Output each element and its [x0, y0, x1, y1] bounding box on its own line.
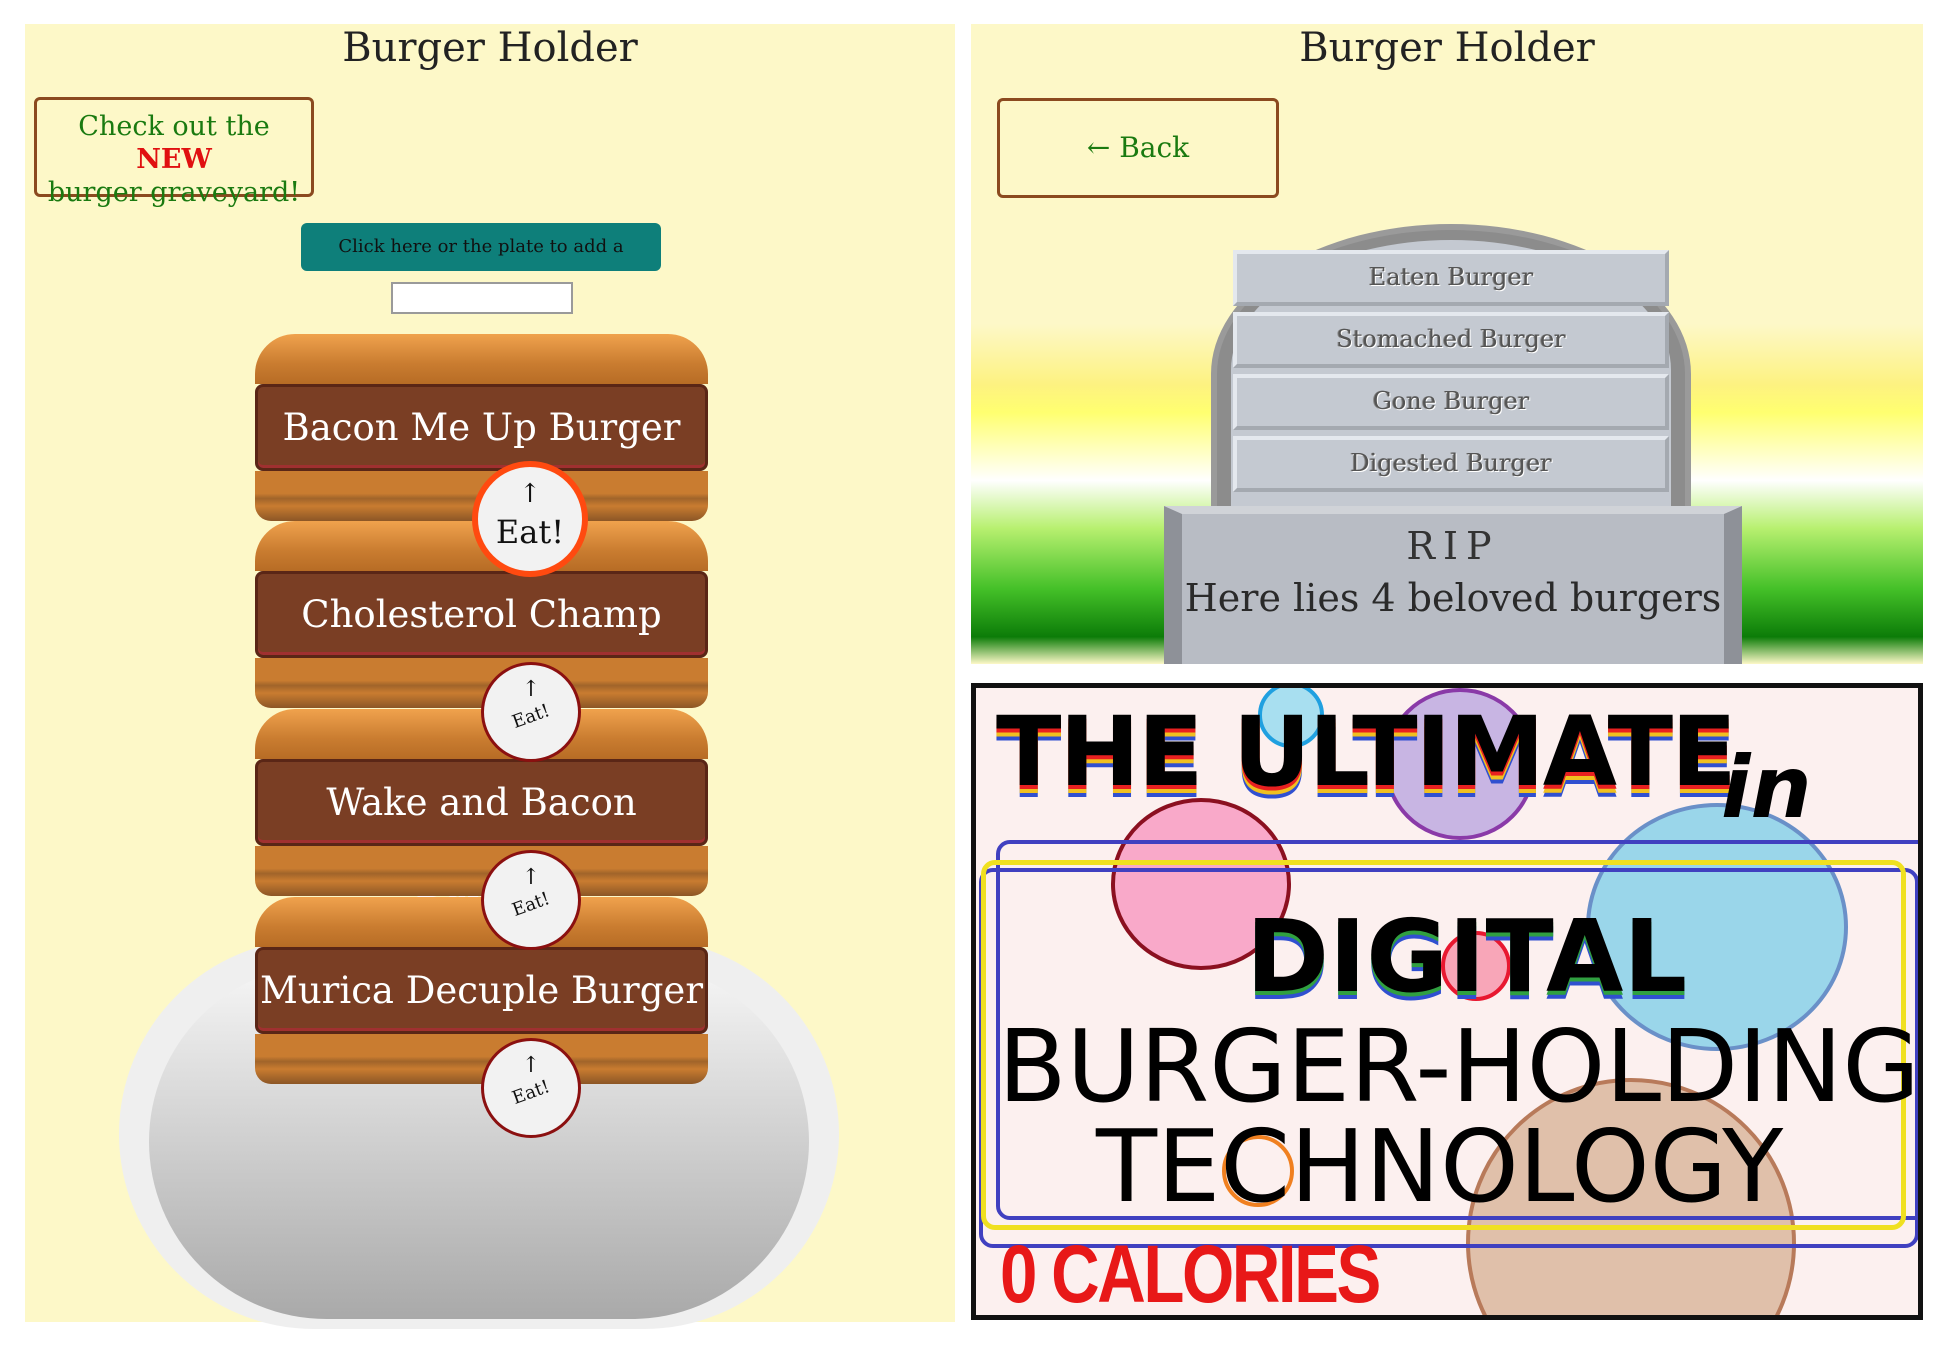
- burger-name: Murica Decuple Burger: [255, 947, 708, 1034]
- eaten-burger-brick: Gone Burger: [1233, 374, 1669, 430]
- graveyard-link-new: NEW: [136, 144, 212, 175]
- burger-name-input[interactable]: [391, 282, 573, 314]
- eat-label: Eat!: [495, 513, 565, 551]
- graveyard-link-suffix: burger graveyard!: [47, 177, 301, 208]
- tombstone-base: RIP Here lies 4 beloved burgers: [1164, 506, 1742, 664]
- eat-button[interactable]: ↑ Eat!: [472, 461, 588, 577]
- graveyard-panel: Burger Holder ← Back Eaten Burger Stomac…: [971, 24, 1923, 664]
- add-burger-button[interactable]: Click here or the plate to add a burger!: [301, 223, 661, 305]
- burger-item: Wake and Bacon Burger: [255, 709, 708, 906]
- burger-name: Wake and Bacon Burger: [255, 759, 708, 906]
- page-title: Burger Holder: [342, 25, 638, 71]
- ad-calories: 0 CALORIES: [1000, 1229, 1381, 1320]
- ad-technology: TECHNOLOGY: [1096, 1108, 1784, 1225]
- eaten-burger-brick: Digested Burger: [1233, 436, 1669, 492]
- arrow-up-icon: ↑: [519, 479, 541, 509]
- page-title: Burger Holder: [1299, 25, 1595, 71]
- graveyard-link-button[interactable]: Check out the NEW burger graveyard!: [34, 97, 314, 208]
- rip-subtitle: Here lies 4 beloved burgers: [1184, 576, 1722, 620]
- ad-digital: DIGITAL: [1246, 898, 1688, 1015]
- ad-banner: THE ULTIMATE in DIGITAL BURGER-HOLDING T…: [971, 683, 1923, 1320]
- eat-button[interactable]: ↑ Eat!: [481, 850, 581, 950]
- burger-name: Bacon Me Up Burger: [255, 384, 708, 471]
- bun-top: [255, 334, 708, 384]
- burger-item: Murica Decuple Burger: [255, 897, 708, 1084]
- back-button[interactable]: ← Back: [997, 98, 1279, 198]
- eaten-burger-brick: Eaten Burger: [1233, 250, 1669, 306]
- burger-holder-panel: Burger Holder Check out the NEW burger g…: [25, 24, 955, 1329]
- ad-in: in: [1721, 738, 1812, 838]
- ad-headline: THE ULTIMATE: [996, 696, 1737, 808]
- burger-name: Cholesterol Champ: [255, 571, 708, 658]
- eat-button[interactable]: ↑ Eat!: [481, 1038, 581, 1138]
- eat-button[interactable]: ↑ Eat!: [481, 662, 581, 762]
- graveyard-link-prefix: Check out the: [78, 111, 270, 142]
- eaten-burger-brick: Stomached Burger: [1233, 312, 1669, 368]
- rip-text: RIP: [1406, 524, 1500, 568]
